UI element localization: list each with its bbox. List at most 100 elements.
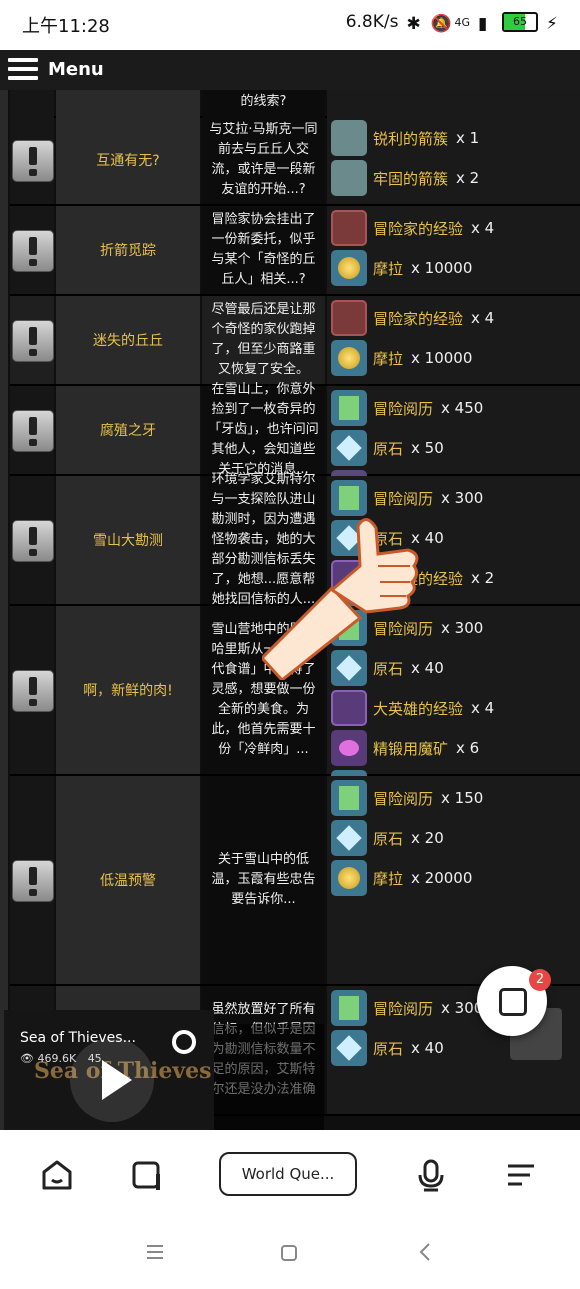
hero-wit-icon xyxy=(331,690,367,726)
exclamation-icon xyxy=(12,410,54,452)
download-button[interactable]: 2 xyxy=(477,966,551,1036)
reward-item[interactable]: 大英雄的经验 x 4 xyxy=(331,690,494,726)
quest-name-cell xyxy=(56,90,200,116)
video-stats: 👁 469.6K 45 xyxy=(20,1052,102,1065)
reward-item[interactable]: 锐利的箭簇 x 1 xyxy=(331,120,479,156)
status-icons: 6.8K/s ✱ 🔕 4G ▮ 65 ⚡ xyxy=(346,12,562,34)
reward-name[interactable]: 锐利的箭簇 xyxy=(373,128,448,149)
reward-item[interactable]: 冒险阅历 x 450 xyxy=(331,390,483,426)
reward-name[interactable]: 冒险阅历 xyxy=(373,488,433,509)
browser-toolbar: World Que... xyxy=(0,1130,580,1220)
quest-rewards: 冒险阅历 x 150 原石 x 20 摩拉 x 20000 xyxy=(327,776,580,984)
mora-coin-icon xyxy=(331,340,367,376)
bluetooth-icon: ✱ xyxy=(406,14,421,34)
video-popup[interactable]: Sea of Thieves Sea of Thieves... 👁 469.6… xyxy=(4,1010,214,1130)
status-time: 上午11:28 xyxy=(22,16,110,37)
back-icon[interactable] xyxy=(418,1242,432,1262)
reward-count: x 10000 xyxy=(411,349,473,367)
status-bar: 上午11:28 6.8K/s ✱ 🔕 4G ▮ 65 ⚡ xyxy=(0,0,580,50)
quest-icon-cell xyxy=(10,476,54,604)
menu-title[interactable]: Menu xyxy=(48,59,104,80)
reward-name[interactable]: 原石 xyxy=(373,828,403,849)
reward-name[interactable]: 大英雄的经验 xyxy=(373,698,463,719)
mute-icon: 🔕 xyxy=(430,14,452,34)
exclamation-icon xyxy=(12,230,54,272)
quest-name[interactable]: 互通有无? xyxy=(56,116,200,204)
quest-description: 在雪山上，你意外捡到了一枚奇异的「牙齿」，也许问问其他人，会知道些关于它的消息.… xyxy=(202,382,325,477)
quest-icon-cell xyxy=(10,90,54,116)
quest-name[interactable]: 折箭觅踪 xyxy=(56,206,200,294)
reward-item[interactable]: 摩拉 x 20000 xyxy=(331,860,472,896)
reward-item[interactable]: 冒险阅历 x 150 xyxy=(331,780,483,816)
reward-name[interactable]: 冒险阅历 xyxy=(373,398,433,419)
recent-apps-icon[interactable] xyxy=(146,1244,164,1260)
arrow-cluster-icon xyxy=(331,160,367,196)
reward-item[interactable]: 牢固的箭簇 x 2 xyxy=(331,160,479,196)
hamburger-menu-icon[interactable] xyxy=(8,58,38,82)
reward-item[interactable]: 冒险阅历 x 300 xyxy=(331,990,483,1026)
table-row: 互通有无? 与艾拉·马斯克一同前去与丘丘人交流，或许是一段新友谊的开始...? 锐利… xyxy=(10,116,580,206)
reward-count: x 6 xyxy=(456,739,480,757)
reward-count: x 50 xyxy=(411,439,444,457)
reward-name[interactable]: 冒险家的经验 xyxy=(373,308,463,329)
adventure-exp-icon xyxy=(331,990,367,1026)
primogem-icon xyxy=(331,1030,367,1066)
reward-name[interactable]: 牢固的箭簇 xyxy=(373,168,448,189)
table-row: 低温预警 关于雪山中的低温，玉霞有些忠告要告诉你... 冒险阅历 x 150 原石 x 2… xyxy=(10,776,580,986)
reward-name[interactable]: 原石 xyxy=(373,1038,403,1059)
reward-item[interactable]: 摩拉 x 10000 xyxy=(331,340,472,376)
quest-name[interactable]: 低温预警 xyxy=(56,776,200,984)
exclamation-icon xyxy=(12,860,54,902)
primogem-icon xyxy=(331,820,367,856)
reward-item[interactable]: 原石 x 20 xyxy=(331,820,444,856)
quest-description: 冒险家协会挂出了一份新委托，似乎与某个「奇怪的丘丘人」相关...? xyxy=(202,206,325,294)
reward-name[interactable]: 冒险阅历 xyxy=(373,788,433,809)
reward-count: x 20000 xyxy=(411,869,473,887)
quest-name[interactable]: 迷失的丘丘 xyxy=(56,296,200,384)
adventure-exp-icon xyxy=(331,390,367,426)
reward-count: x 2 xyxy=(471,569,495,587)
battery-icon: 65 xyxy=(502,12,538,32)
quest-rewards: 冒险家的经验 x 4 摩拉 x 10000 xyxy=(327,206,580,294)
download-icon xyxy=(499,988,527,1016)
home-icon[interactable] xyxy=(40,1158,74,1192)
reward-name[interactable]: 摩拉 xyxy=(373,258,403,279)
mora-coin-icon xyxy=(331,860,367,896)
adventure-exp-icon xyxy=(331,780,367,816)
reward-name[interactable]: 冒险阅历 xyxy=(373,998,433,1019)
reward-item[interactable]: 摩拉 x 10000 xyxy=(331,250,472,286)
reward-item[interactable]: 冒险家的经验 x 4 xyxy=(331,300,494,336)
table-row: 的线索? xyxy=(10,90,580,118)
exclamation-icon xyxy=(12,140,54,182)
quest-rewards: 锐利的箭簇 x 1 牢固的箭簇 x 2 xyxy=(327,116,580,204)
quest-description: 的线索? xyxy=(202,90,325,116)
play-icon[interactable] xyxy=(70,1038,154,1122)
reward-name[interactable]: 冒险家的经验 xyxy=(373,218,463,239)
reward-count: x 300 xyxy=(441,619,484,637)
tabs-icon[interactable] xyxy=(130,1158,164,1192)
thumbs-up-sticker-icon xyxy=(262,518,419,680)
reward-name[interactable]: 摩拉 xyxy=(373,348,403,369)
reward-item[interactable]: 原石 x 40 xyxy=(331,1030,444,1066)
home-nav-icon[interactable] xyxy=(280,1244,298,1262)
reward-item[interactable]: 原石 x 50 xyxy=(331,430,444,466)
quest-name[interactable]: 啊，新鲜的肉! xyxy=(56,606,200,774)
microphone-icon[interactable] xyxy=(414,1158,448,1192)
exclamation-icon xyxy=(12,520,54,562)
mora-coin-icon xyxy=(331,250,367,286)
reward-name[interactable]: 摩拉 xyxy=(373,868,403,889)
reward-name[interactable]: 原石 xyxy=(373,438,403,459)
reward-count: x 4 xyxy=(471,219,495,237)
reward-name[interactable]: 精锻用魔矿 xyxy=(373,738,448,759)
adventure-book-icon xyxy=(331,300,367,336)
reward-count: x 4 xyxy=(471,699,495,717)
reward-item[interactable]: 冒险家的经验 x 4 xyxy=(331,210,494,246)
browser-menu-icon[interactable] xyxy=(504,1158,538,1192)
reward-item[interactable]: 精锻用魔矿 x 6 xyxy=(331,730,479,766)
address-bar[interactable]: World Que... xyxy=(219,1152,357,1196)
quest-name[interactable]: 腐殖之牙 xyxy=(56,386,200,474)
video-settings-icon[interactable] xyxy=(172,1030,196,1054)
table-row: 腐殖之牙 在雪山上，你意外捡到了一枚奇异的「牙齿」，也许问问其他人，会知道些关于它… xyxy=(10,382,580,506)
quest-name[interactable]: 雪山大勘测 xyxy=(56,476,200,604)
signal-icon: ▮ xyxy=(478,14,488,34)
